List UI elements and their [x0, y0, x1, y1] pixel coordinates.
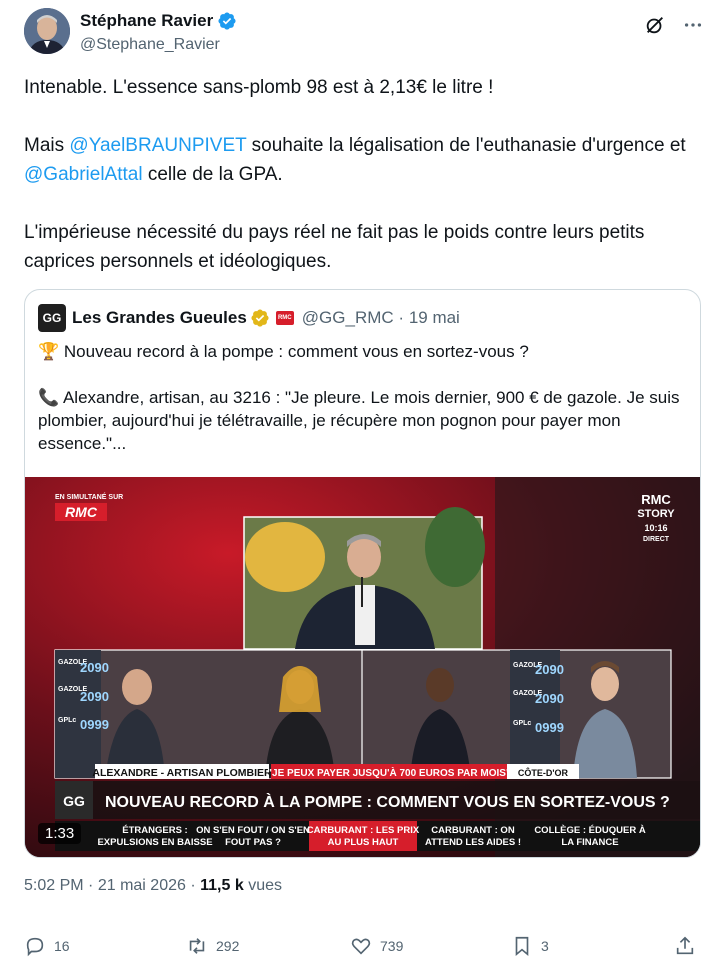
story-direct: DIRECT	[643, 536, 670, 543]
ticker-item: COLLÈGE : ÉDUQUER À	[534, 825, 646, 836]
gg-logo: GG	[38, 304, 66, 332]
author-name[interactable]: Stéphane Ravier	[80, 11, 213, 31]
simulcast-brand: RMC	[65, 504, 98, 520]
ticker-item: LA FINANCE	[561, 837, 618, 848]
pump-price: 2090	[535, 662, 564, 677]
ticker-item: FOUT PAS ?	[225, 837, 281, 848]
like-count: 739	[380, 938, 404, 954]
video-duration: 1:33	[38, 823, 82, 844]
quote-tweet[interactable]: GG Les Grandes Gueules RMC @GG_RMC · 19 …	[24, 289, 701, 858]
quote-line-2: 📞 Alexandre, artisan, au 3216 : "Je pleu…	[38, 388, 680, 453]
rmc-affiliate-icon: RMC	[275, 311, 294, 325]
quote-author-name[interactable]: Les Grandes Gueules	[72, 308, 247, 328]
tweet-header: Stéphane Ravier @Stephane_Ravier	[24, 4, 704, 60]
ticker-item: CARBURANT : LES PRIX	[307, 825, 420, 836]
reply-count: 16	[54, 938, 70, 954]
quote-meta: @GG_RMC · 19 mai	[301, 308, 460, 327]
more-icon[interactable]	[682, 14, 704, 36]
ticker-item: CARBURANT : ON	[431, 825, 515, 836]
share-button[interactable]	[674, 935, 696, 957]
reply-icon	[26, 937, 44, 957]
heart-icon	[351, 938, 371, 955]
repost-icon	[189, 938, 205, 954]
pump-price: 2090	[80, 689, 109, 704]
pump-price: 2090	[80, 660, 109, 675]
post-time[interactable]: 5:02 PM	[24, 877, 84, 894]
gg-watermark: GG	[63, 793, 85, 809]
grok-icon[interactable]	[644, 14, 666, 36]
quote-handle[interactable]: @GG_RMC	[302, 308, 394, 327]
ticker-item: ÉTRANGERS :	[122, 825, 187, 836]
share-icon	[676, 936, 694, 955]
quote-line-1: 🏆 Nouveau record à la pompe : comment vo…	[38, 342, 529, 361]
gold-verified-icon	[251, 309, 269, 327]
quote-banner: "JE PEUX PAYER JUSQU'À 700 EUROS PAR MOI…	[267, 766, 511, 779]
pump-price: 0999	[535, 720, 564, 735]
caller-label: ALEXANDRE - ARTISAN PLOMBIER	[92, 767, 272, 779]
story-line-1: RMC	[641, 492, 671, 507]
verified-icon	[218, 12, 236, 30]
bookmark-button[interactable]: 3	[511, 935, 549, 957]
pump-label: GPLc	[58, 717, 76, 724]
view-count: 11,5 k	[200, 877, 244, 894]
reply-button[interactable]: 16	[24, 935, 70, 957]
story-time: 10:16	[644, 523, 667, 533]
tweet-line-2: Mais @YaelBRAUNPIVET souhaite la légalis…	[24, 135, 686, 185]
bookmark-icon	[515, 936, 529, 957]
tweet-text: Intenable. L'essence sans-plomb 98 est à…	[24, 73, 704, 276]
ticker-item: AU PLUS HAUT	[328, 837, 399, 848]
pump-price: 2090	[535, 691, 564, 706]
headline: NOUVEAU RECORD À LA POMPE : COMMENT VOUS…	[105, 792, 670, 811]
author-name-row[interactable]: Stéphane Ravier	[80, 11, 237, 31]
pump-price: 0999	[80, 717, 109, 732]
video-frame: EN SIMULTANÉ SUR RMC RMC STORY 10:16 DIR…	[25, 477, 700, 857]
quote-header: GG Les Grandes Gueules RMC @GG_RMC · 19 …	[38, 302, 460, 334]
video-player[interactable]: EN SIMULTANÉ SUR RMC RMC STORY 10:16 DIR…	[25, 477, 700, 857]
ticker-item: ON S'EN FOUT / ON S'EN	[196, 825, 310, 836]
region-label: CÔTE-D'OR	[518, 767, 569, 778]
action-bar: 16 292 739 3	[24, 935, 699, 965]
tweet-timestamp: 5:02 PM · 21 mai 2026 · 11,5 k vues	[24, 877, 282, 894]
repost-count: 292	[216, 938, 240, 954]
views-label: vues	[248, 877, 282, 894]
tweet-line-1: Intenable. L'essence sans-plomb 98 est à…	[24, 77, 494, 98]
mention-link[interactable]: @GabrielAttal	[24, 164, 143, 185]
bookmark-count: 3	[541, 938, 549, 954]
quote-date[interactable]: 19 mai	[409, 308, 460, 327]
like-button[interactable]: 739	[350, 935, 403, 957]
mention-link[interactable]: @YaelBRAUNPIVET	[69, 135, 246, 156]
quote-text: 🏆 Nouveau record à la pompe : comment vo…	[38, 340, 688, 455]
ticker-item: ATTEND LES AIDES !	[425, 837, 521, 848]
pump-label: GPLc	[513, 720, 531, 727]
ticker-item: EXPULSIONS EN BAISSE	[97, 837, 212, 848]
repost-button[interactable]: 292	[186, 935, 239, 957]
simulcast-label: EN SIMULTANÉ SUR	[55, 492, 123, 501]
story-line-2: STORY	[637, 508, 675, 520]
post-date[interactable]: 21 mai 2026	[98, 877, 186, 894]
author-handle[interactable]: @Stephane_Ravier	[80, 36, 237, 54]
avatar[interactable]	[24, 8, 70, 54]
tweet-line-3: L'impérieuse nécessité du pays réel ne f…	[24, 222, 645, 272]
